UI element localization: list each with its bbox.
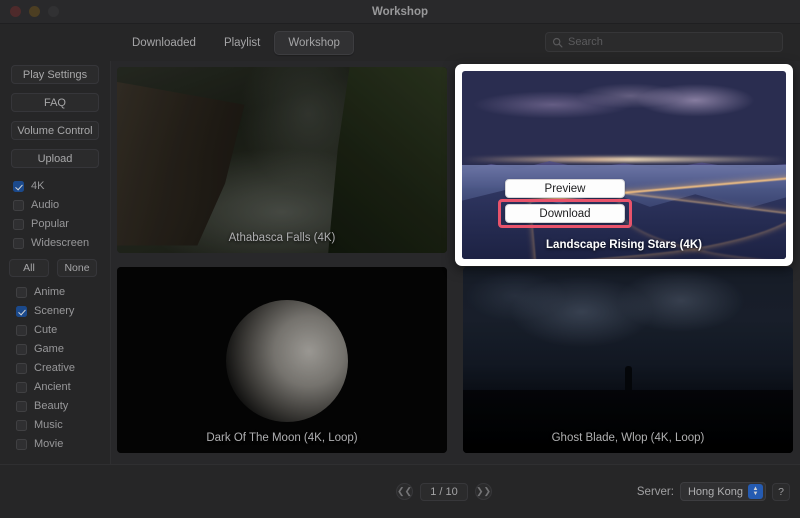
- category-filter-group: Anime Scenery Cute Game Creative Ancient…: [0, 283, 110, 453]
- minimize-button-icon[interactable]: [29, 6, 40, 17]
- traffic-lights: [10, 6, 59, 17]
- category-ancient[interactable]: Ancient: [16, 378, 110, 396]
- card-action-buttons: Preview Download: [498, 179, 632, 228]
- highlighted-wallpaper-card[interactable]: Preview Download Landscape Rising Stars …: [455, 64, 793, 266]
- select-none-button[interactable]: None: [57, 259, 97, 277]
- category-label: Beauty: [34, 400, 69, 412]
- volume-control-button[interactable]: Volume Control: [11, 121, 99, 140]
- filter-popular[interactable]: Popular: [13, 215, 110, 233]
- quality-filter-group: 4K Audio Popular Widescreen: [0, 177, 110, 252]
- chevron-left-icon[interactable]: ❮❮: [396, 483, 413, 500]
- search-field[interactable]: [545, 32, 783, 52]
- checkbox-icon[interactable]: [16, 381, 27, 393]
- category-scenery[interactable]: Scenery: [16, 302, 110, 320]
- moon-shape: [225, 300, 348, 423]
- wallpaper-card-dark-of-the-moon[interactable]: Dark Of The Moon (4K, Loop): [117, 267, 447, 453]
- category-anime[interactable]: Anime: [16, 283, 110, 301]
- chevron-right-icon[interactable]: ❯❯: [475, 483, 492, 500]
- highlight-thumbnail: Preview Download Landscape Rising Stars …: [462, 71, 786, 259]
- checkbox-icon[interactable]: [16, 324, 27, 336]
- server-value: Hong Kong: [687, 485, 743, 498]
- thumbnail-image: [117, 267, 447, 453]
- category-label: Cute: [34, 324, 58, 336]
- window-title: Workshop: [371, 5, 428, 18]
- server-label: Server:: [636, 485, 674, 498]
- download-button[interactable]: Download: [505, 204, 625, 223]
- checkbox-icon[interactable]: [16, 305, 27, 317]
- category-label: Scenery: [34, 305, 75, 317]
- help-button[interactable]: ?: [772, 482, 790, 501]
- tab-downloaded[interactable]: Downloaded: [118, 31, 210, 55]
- search-icon: [552, 37, 563, 47]
- category-label: Movie: [34, 438, 64, 450]
- filter-label: 4K: [31, 180, 45, 192]
- checkbox-icon[interactable]: [16, 343, 27, 355]
- checkbox-icon[interactable]: [16, 286, 27, 298]
- search-input[interactable]: [568, 36, 776, 48]
- title-bar: Workshop: [0, 0, 800, 24]
- filter-audio[interactable]: Audio: [13, 196, 110, 214]
- wallpaper-card-ghost-blade[interactable]: Ghost Blade, Wlop (4K, Loop): [463, 267, 793, 453]
- sidebar: Play Settings FAQ Volume Control Upload …: [0, 61, 110, 491]
- tab-workshop[interactable]: Workshop: [274, 30, 354, 55]
- category-creative[interactable]: Creative: [16, 359, 110, 377]
- checkbox-icon[interactable]: [16, 438, 27, 450]
- card-title: Dark Of The Moon (4K, Loop): [206, 432, 358, 444]
- category-game[interactable]: Game: [16, 340, 110, 358]
- filter-widescreen[interactable]: Widescreen: [13, 234, 110, 252]
- category-movie[interactable]: Movie: [16, 435, 110, 453]
- upload-button[interactable]: Upload: [11, 149, 99, 168]
- faq-button[interactable]: FAQ: [11, 93, 99, 112]
- page-indicator[interactable]: 1 / 10: [420, 482, 468, 501]
- wallpaper-card-athabasca-falls[interactable]: Athabasca Falls (4K): [117, 67, 447, 253]
- checkbox-icon[interactable]: [13, 237, 24, 249]
- category-music[interactable]: Music: [16, 416, 110, 434]
- preview-button[interactable]: Preview: [505, 179, 625, 198]
- tab-bar: Downloaded Playlist Workshop: [118, 30, 354, 55]
- category-label: Music: [34, 419, 63, 431]
- category-label: Ancient: [34, 381, 71, 393]
- thumbnail-image: [463, 267, 793, 453]
- checkbox-icon[interactable]: [13, 199, 24, 211]
- play-settings-button[interactable]: Play Settings: [11, 65, 99, 84]
- category-label: Anime: [34, 286, 66, 298]
- download-button-wrapper: Download: [498, 199, 632, 228]
- filter-label: Popular: [31, 218, 69, 230]
- app-window: Workshop Downloaded Playlist Workshop Pl…: [0, 0, 800, 518]
- pagination: ❮❮ 1 / 10 ❯❯: [396, 482, 492, 501]
- category-label: Game: [34, 343, 64, 355]
- checkbox-icon[interactable]: [13, 180, 24, 192]
- toolbar: Downloaded Playlist Workshop: [0, 24, 800, 61]
- server-selector-area: Server: Hong Kong ▲ ▼ ?: [637, 482, 790, 501]
- card-title: Athabasca Falls (4K): [228, 232, 336, 244]
- category-beauty[interactable]: Beauty: [16, 397, 110, 415]
- select-all-none-group: All None: [9, 259, 110, 277]
- filter-4k[interactable]: 4K: [13, 177, 110, 195]
- checkbox-icon[interactable]: [16, 362, 27, 374]
- checkbox-icon[interactable]: [13, 218, 24, 230]
- category-label: Creative: [34, 362, 75, 374]
- checkbox-icon[interactable]: [16, 419, 27, 431]
- filter-label: Audio: [31, 199, 60, 211]
- card-title: Ghost Blade, Wlop (4K, Loop): [551, 432, 705, 444]
- close-button-icon[interactable]: [10, 6, 21, 17]
- select-all-button[interactable]: All: [9, 259, 49, 277]
- tab-playlist[interactable]: Playlist: [210, 31, 274, 55]
- footer-bar: ❮❮ 1 / 10 ❯❯ Server: Hong Kong ▲ ▼ ?: [0, 464, 800, 518]
- zoom-button-icon[interactable]: [48, 6, 59, 17]
- chevron-updown-icon[interactable]: ▲ ▼: [748, 484, 763, 499]
- category-cute[interactable]: Cute: [16, 321, 110, 339]
- server-dropdown[interactable]: Hong Kong ▲ ▼: [679, 482, 766, 501]
- thumbnail-image: [117, 67, 447, 253]
- checkbox-icon[interactable]: [16, 400, 27, 412]
- filter-label: Widescreen: [31, 237, 90, 249]
- highlight-card-title: Landscape Rising Stars (4K): [546, 239, 702, 251]
